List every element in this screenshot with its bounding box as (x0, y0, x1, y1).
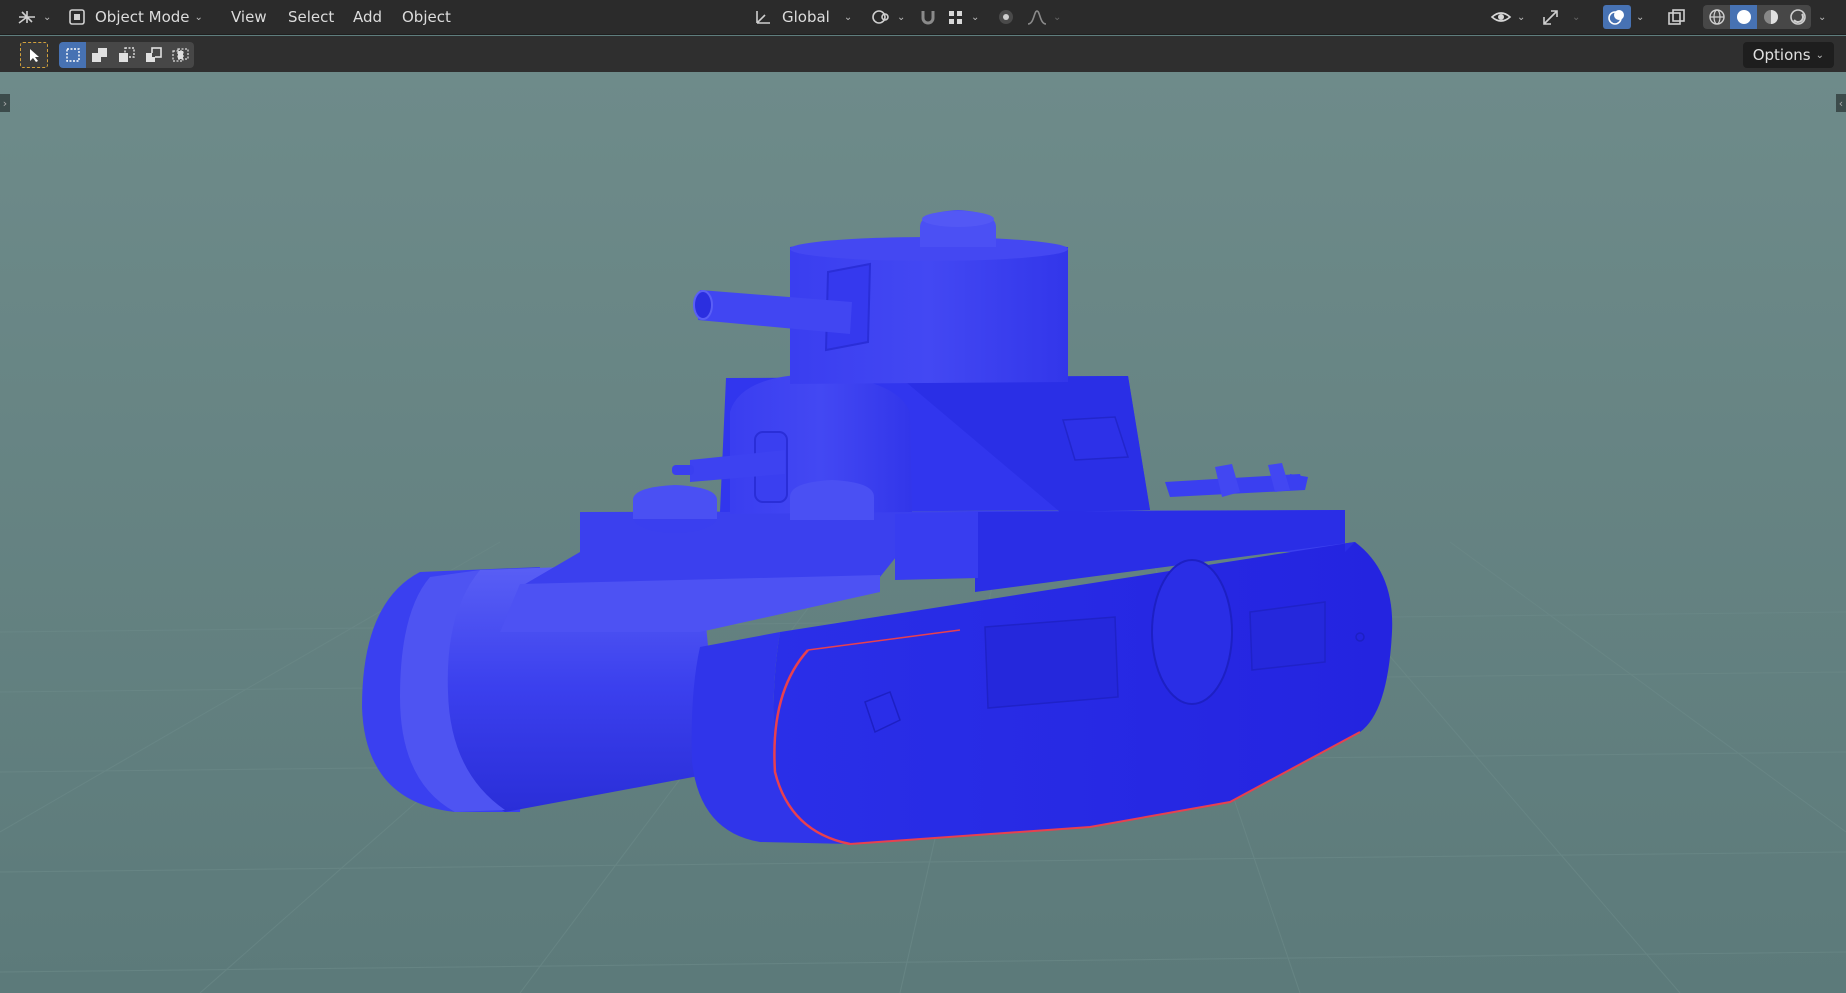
chevron-down-icon: ⌄ (843, 11, 853, 23)
tool-settings-bar: Options ⌄ (0, 36, 1846, 72)
orientation-label: Global (782, 8, 830, 26)
select-subtract-button[interactable] (113, 42, 140, 68)
side-panel-right (1249, 601, 1326, 671)
proportional-edit-toggle[interactable] (996, 5, 1016, 29)
viewport-header: ⌄ Object Mode ⌄ View Select Add Object G… (0, 0, 1846, 35)
select-new-icon (65, 47, 81, 63)
xray-icon (1667, 8, 1687, 26)
cupola-top (922, 211, 994, 227)
magnet-icon (918, 8, 938, 26)
select-difference-button[interactable] (140, 42, 167, 68)
rendered-sphere-icon (1789, 8, 1807, 26)
menu-object[interactable]: Object (393, 5, 460, 29)
chevron-down-icon: ⌄ (43, 11, 52, 23)
overlays-toggle[interactable] (1603, 5, 1631, 29)
select-intersect-button[interactable] (167, 42, 194, 68)
shading-options-dropdown[interactable]: ⌄ (1813, 5, 1826, 29)
editor-type-dropdown[interactable]: ⌄ (16, 5, 51, 29)
select-tool-button[interactable] (20, 42, 48, 68)
transform-orientation-dropdown[interactable]: Global ⌄ (753, 5, 852, 29)
chevron-down-icon: ⌄ (194, 11, 203, 23)
pivot-icon (870, 8, 892, 26)
side-panel-left (984, 616, 1119, 709)
chevron-down-icon: ⌄ (1053, 11, 1062, 23)
material-sphere-icon (1762, 8, 1780, 26)
selection-mode-group (59, 42, 194, 68)
orientation-axes-icon (753, 8, 773, 26)
chevron-down-icon: ⌄ (1636, 11, 1645, 23)
falloff-curve-icon (1026, 8, 1048, 26)
shading-solid-button[interactable] (1730, 5, 1757, 29)
cursor-arrow-icon (26, 47, 42, 63)
sidebar-toggle[interactable]: ‹ (1836, 94, 1846, 112)
options-label: Options (1752, 46, 1811, 64)
shading-material-button[interactable] (1757, 5, 1784, 29)
chevron-down-icon: ⌄ (897, 11, 906, 23)
overlays-dropdown[interactable]: ⌄ (1634, 5, 1644, 29)
grid-axes-icon (16, 8, 38, 26)
shading-mode-group (1703, 5, 1811, 29)
shading-rendered-button[interactable] (1784, 5, 1811, 29)
side-hatch (1151, 559, 1233, 705)
eye-icon (1490, 8, 1512, 26)
chevron-down-icon: ⌄ (971, 11, 980, 23)
solid-sphere-icon (1735, 8, 1753, 26)
viewport-scene (0, 72, 1846, 993)
wireframe-sphere-icon (1708, 8, 1726, 26)
chevron-down-icon: ⌄ (1815, 49, 1824, 61)
snap-toggle[interactable] (918, 5, 938, 29)
gizmo-toggle[interactable]: ⌄ (1540, 5, 1580, 29)
pivot-point-dropdown[interactable]: ⌄ (870, 5, 905, 29)
overlays-icon (1607, 8, 1627, 26)
snap-grid-icon (946, 8, 966, 26)
main-gun-muzzle (693, 290, 713, 320)
toolbar-toggle[interactable]: › (0, 94, 10, 112)
chevron-down-icon: ⌄ (1517, 11, 1526, 23)
select-intersect-icon (171, 47, 190, 63)
xray-toggle[interactable] (1664, 5, 1690, 29)
options-dropdown[interactable]: Options ⌄ (1742, 42, 1834, 68)
menu-select[interactable]: Select (279, 5, 343, 29)
select-extend-icon (91, 47, 109, 63)
menu-view[interactable]: View (222, 5, 276, 29)
shading-wireframe-button[interactable] (1703, 5, 1730, 29)
chevron-down-icon: ⌄ (1818, 11, 1827, 23)
select-subtract-icon (118, 47, 136, 63)
deck-hatch-right-top (790, 480, 874, 520)
mode-label: Object Mode (95, 8, 190, 26)
3d-viewport[interactable]: › ‹ (0, 72, 1846, 993)
visibility-dropdown[interactable]: ⌄ (1490, 5, 1525, 29)
sub-turret-muzzle (672, 465, 694, 475)
mode-dropdown[interactable]: Object Mode ⌄ (68, 5, 203, 29)
menu-add[interactable]: Add (344, 5, 391, 29)
select-extend-button[interactable] (86, 42, 113, 68)
proportional-dot-icon (996, 8, 1016, 26)
gizmo-icon (1540, 7, 1562, 27)
proportional-falloff-dropdown[interactable]: ⌄ (1026, 5, 1061, 29)
select-new-button[interactable] (59, 42, 86, 68)
hull-front-plate (895, 512, 978, 580)
snap-target-dropdown[interactable]: ⌄ (946, 5, 979, 29)
object-mode-icon (68, 8, 86, 26)
deck-hatch-left-top (633, 485, 717, 519)
select-difference-icon (145, 47, 163, 63)
chevron-down-icon: ⌄ (1572, 11, 1581, 23)
